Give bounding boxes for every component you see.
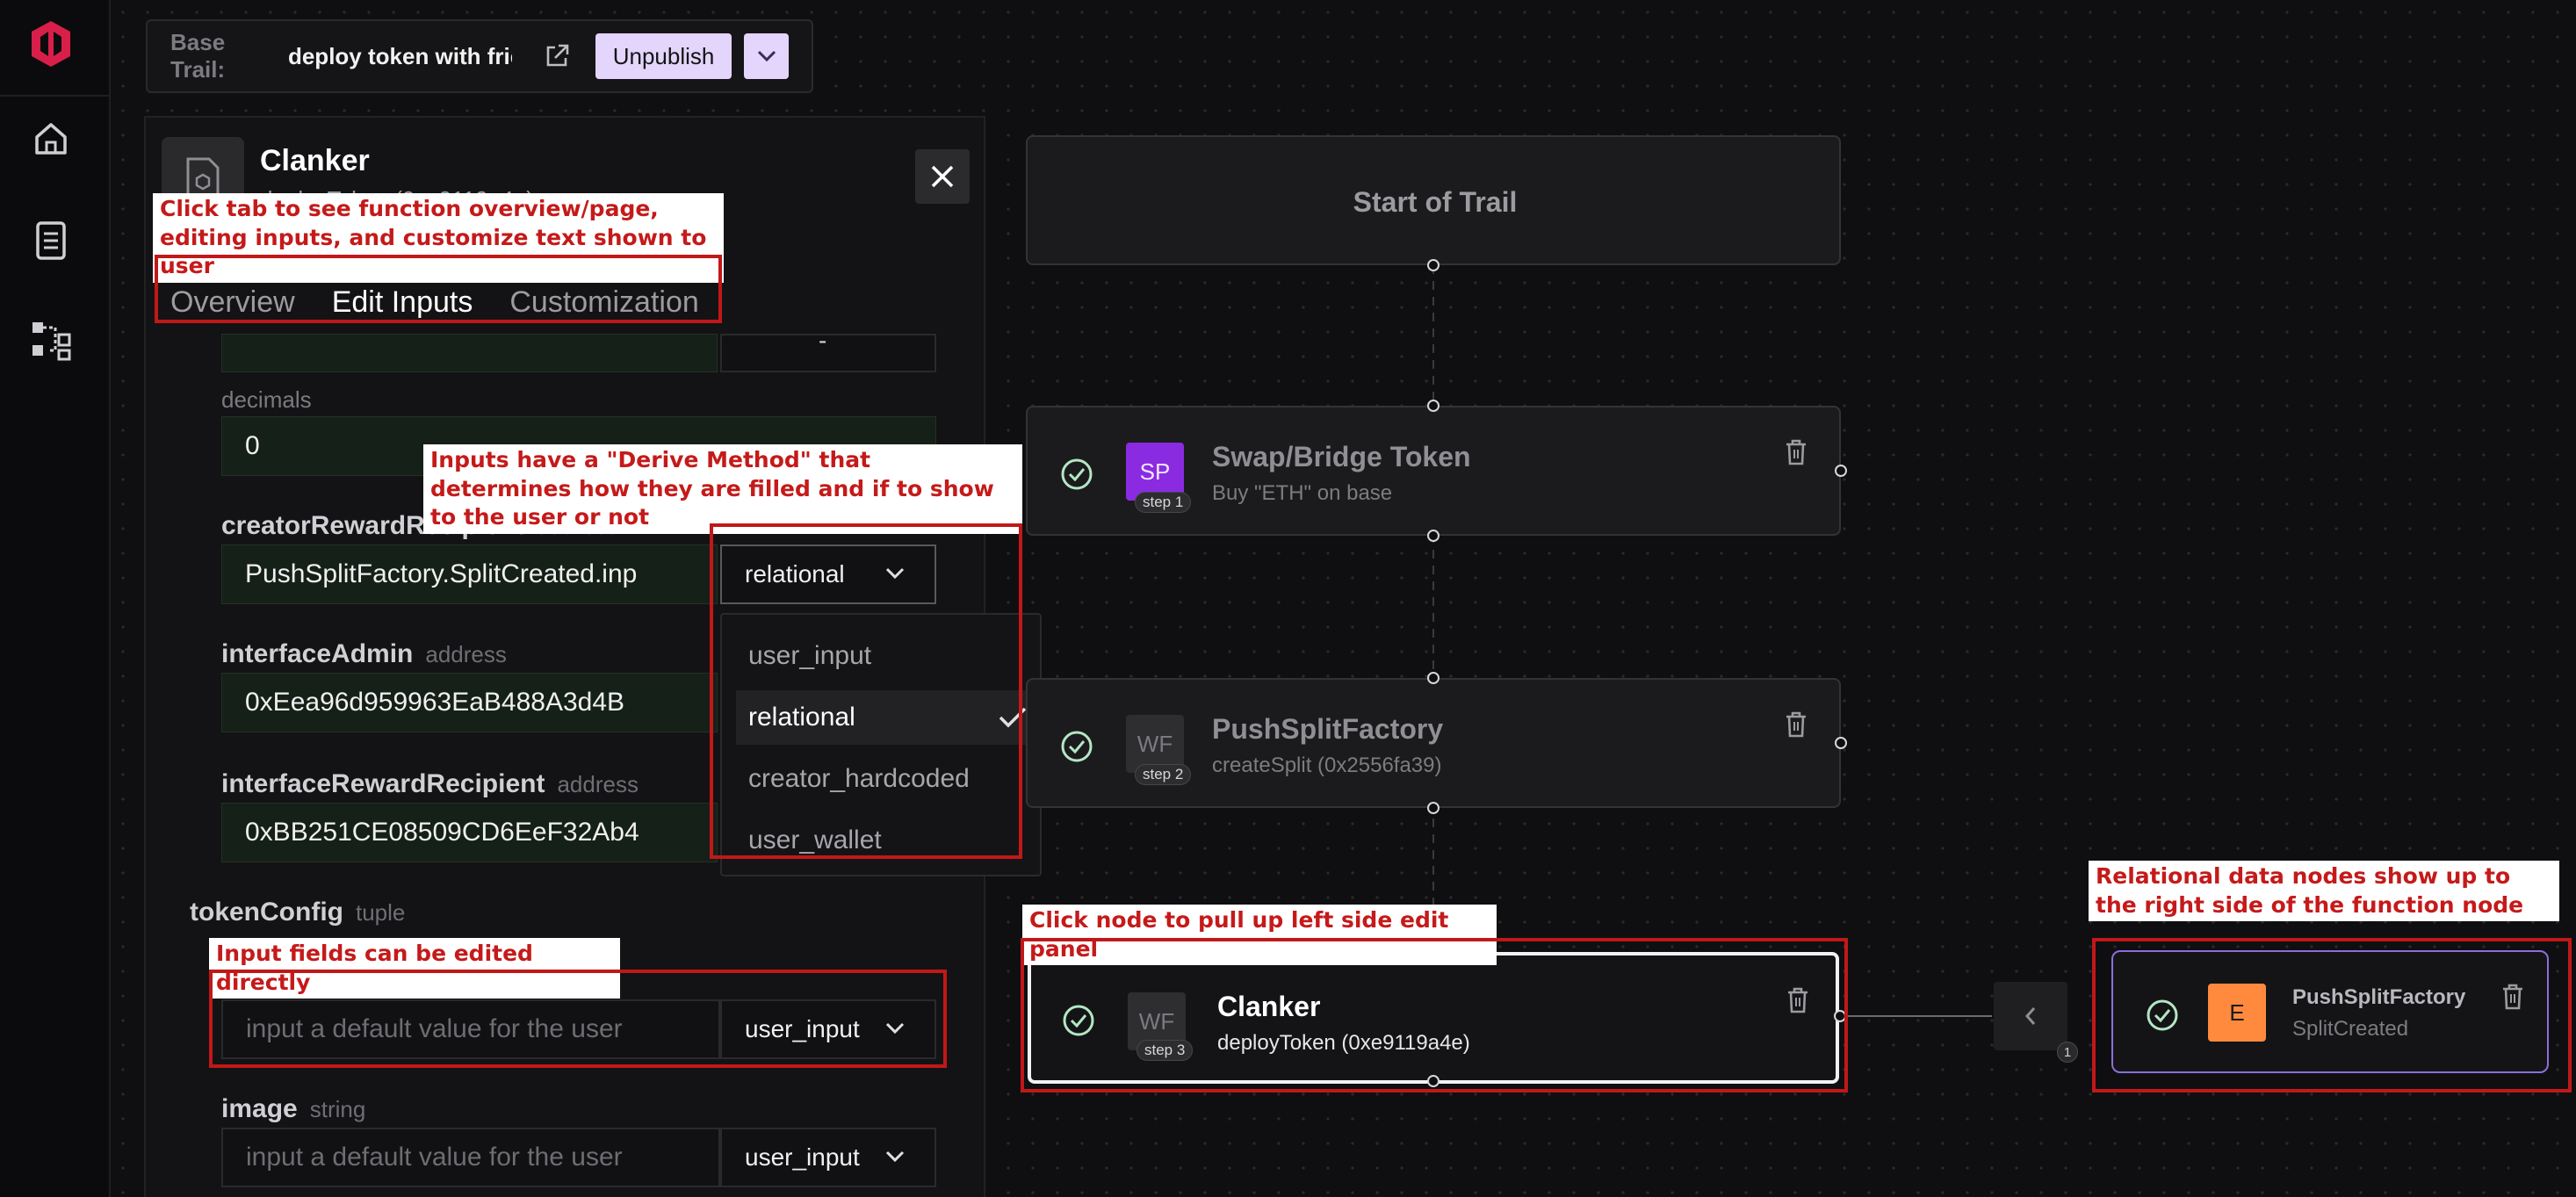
swap-side-port[interactable] — [1835, 465, 1847, 477]
node-subtitle: Buy "ETH" on base — [1212, 481, 1393, 505]
swap-output-port[interactable] — [1427, 530, 1440, 542]
annotation-relational-box — [2092, 938, 2572, 1092]
annotation-derive-method: Inputs have a "Derive Method" that deter… — [423, 444, 1022, 534]
check-circle-icon — [1061, 731, 1093, 762]
annotation-dropdown-box — [710, 523, 1022, 859]
pushsplit-side-port[interactable] — [1835, 737, 1847, 749]
annotation-node-box — [1021, 938, 1848, 1092]
relational-count-badge: 1 — [2057, 1042, 2078, 1063]
start-output-port[interactable] — [1427, 259, 1440, 271]
step-badge: step 2 — [1135, 764, 1192, 785]
trash-icon — [1786, 439, 1806, 465]
node-subtitle: createSplit (0x2556fa39) — [1212, 754, 1442, 777]
start-of-trail-node[interactable]: Start of Trail — [1026, 135, 1841, 265]
trash-icon — [1786, 711, 1806, 738]
start-of-trail-label: Start of Trail — [1353, 186, 1518, 218]
annotation-input-box — [209, 970, 947, 1068]
node-title: Swap/Bridge Token — [1212, 441, 1471, 472]
pushsplit-output-port[interactable] — [1427, 802, 1440, 814]
pushsplit-input-port[interactable] — [1427, 672, 1440, 684]
annotation-tabs-box — [155, 255, 722, 323]
pushsplitfactory-node[interactable]: WF step 2 PushSplitFactory createSplit (… — [1026, 678, 1841, 808]
step-badge: step 1 — [1135, 492, 1192, 513]
collapse-relational-button[interactable] — [1994, 982, 2067, 1050]
swap-input-port[interactable] — [1427, 400, 1440, 412]
check-circle-icon — [1061, 458, 1093, 490]
annotation-relational: Relational data nodes show up to the rig… — [2089, 861, 2559, 921]
swap-bridge-node[interactable]: SP step 1 Swap/Bridge Token Buy "ETH" on… — [1026, 406, 1841, 536]
node-title: PushSplitFactory — [1212, 713, 1444, 745]
chevron-left-icon — [2024, 1007, 2036, 1025]
